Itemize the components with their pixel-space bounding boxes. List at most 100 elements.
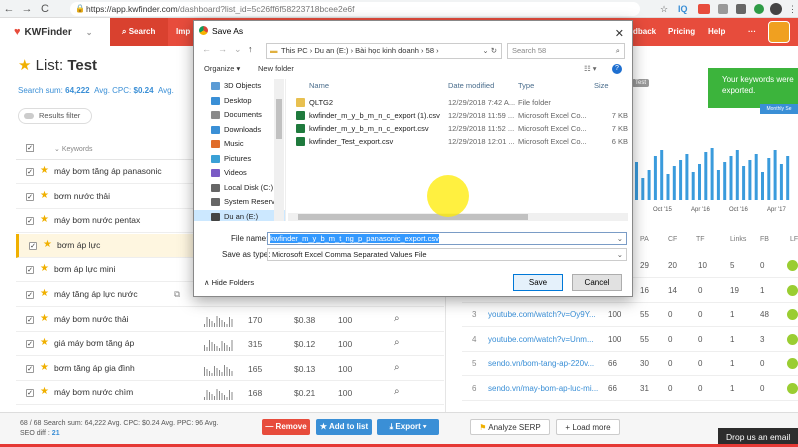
tree-item[interactable]: Videos bbox=[194, 166, 285, 181]
row-checkbox[interactable]: ✓ bbox=[26, 266, 34, 275]
file-row[interactable]: QLTG2 12/29/2018 7:42 A... File folder bbox=[294, 96, 630, 109]
star-icon[interactable]: ★ bbox=[40, 386, 49, 397]
savetype-select[interactable]: Microsoft Excel Comma Separated Values F… bbox=[267, 248, 627, 261]
forward-icon[interactable]: → bbox=[18, 3, 36, 15]
row-checkbox[interactable]: ✓ bbox=[26, 315, 34, 324]
back-icon[interactable]: ← bbox=[0, 3, 18, 15]
address-bar[interactable]: 🔒 https://app.kwfinder.com/dashboard?lis… bbox=[70, 2, 640, 16]
help-icon[interactable]: ? bbox=[612, 64, 622, 74]
add-to-list-button[interactable]: ★ Add to list bbox=[316, 419, 372, 435]
organize-menu[interactable]: Organize ▾ bbox=[204, 61, 240, 77]
serp-search-icon[interactable]: ⌕ bbox=[394, 362, 400, 373]
file-row[interactable]: kwfinder_m_y_b_m_n_c_export.csv 12/29/201… bbox=[294, 122, 630, 135]
serp-col-pa[interactable]: PA bbox=[640, 236, 649, 243]
star-icon[interactable]: ★ bbox=[40, 313, 49, 324]
tree-item[interactable]: Pictures bbox=[194, 152, 285, 167]
remove-button[interactable]: — Remove bbox=[262, 419, 310, 435]
row-checkbox[interactable]: ✓ bbox=[26, 217, 34, 226]
select-all-checkbox[interactable]: ✓ bbox=[26, 144, 34, 152]
serp-col-lf[interactable]: LF bbox=[790, 236, 798, 243]
folder-search-input[interactable]: Search 58 ⌕ bbox=[507, 43, 625, 59]
star-icon[interactable]: ★ bbox=[40, 337, 49, 348]
nav-import[interactable]: Imp bbox=[176, 27, 190, 36]
nav-pricing[interactable]: Pricing bbox=[668, 27, 695, 36]
tree-item[interactable]: Du an (E:) bbox=[194, 209, 285, 221]
forward-icon[interactable]: → bbox=[218, 44, 227, 54]
reload-icon[interactable]: C bbox=[36, 3, 54, 15]
export-button[interactable]: ⤓ Export ▾ bbox=[377, 419, 439, 435]
serp-url[interactable]: youtube.com/watch?v=Oy9Y... bbox=[488, 310, 596, 319]
row-checkbox[interactable]: ✓ bbox=[26, 389, 34, 398]
keyword-text[interactable]: bơm tăng áp gia đình bbox=[54, 363, 135, 373]
profile-avatar[interactable] bbox=[770, 3, 782, 15]
serp-url[interactable]: youtube.com/watch?v=Unm... bbox=[488, 335, 594, 344]
tree-item[interactable]: Local Disk (C:) bbox=[194, 181, 285, 196]
keyword-text[interactable]: giá máy bơm tăng áp bbox=[54, 338, 134, 348]
scroll-thumb[interactable] bbox=[276, 99, 282, 139]
keyword-text[interactable]: máy bơm tăng áp panasonic bbox=[54, 166, 162, 176]
file-row[interactable]: kwfinder_m_y_b_m_n_c_export (1).csv 12/29… bbox=[294, 109, 630, 122]
cancel-button[interactable]: Cancel bbox=[572, 274, 622, 291]
refresh-icon[interactable]: ⌄ ↻ bbox=[482, 44, 497, 58]
col-date[interactable]: Date modified bbox=[448, 81, 494, 90]
bookmark-star-icon[interactable]: ☆ bbox=[660, 2, 668, 16]
tree-item[interactable]: Desktop bbox=[194, 94, 285, 109]
col-keywords[interactable]: ⌄ Keywords bbox=[54, 145, 93, 153]
col-size[interactable]: Size bbox=[594, 81, 609, 90]
row-checkbox[interactable]: ✓ bbox=[26, 168, 34, 176]
nav-search[interactable]: ⌕ Search bbox=[110, 18, 168, 46]
keyword-row[interactable]: ✓ ★ giá máy bơm tăng áp 315 $0.12 100 ⌕ bbox=[16, 332, 444, 357]
star-icon[interactable]: ★ bbox=[40, 214, 49, 225]
star-icon[interactable]: ★ bbox=[40, 263, 49, 274]
tree-item[interactable]: 3D Objects bbox=[194, 79, 285, 94]
results-filter-toggle[interactable]: Results filter bbox=[18, 108, 92, 124]
extension-icon[interactable] bbox=[736, 4, 746, 14]
keyword-text[interactable]: máy bơm nước chìm bbox=[54, 387, 133, 397]
star-icon[interactable]: ★ bbox=[40, 190, 49, 201]
serp-col-fb[interactable]: FB bbox=[760, 236, 769, 243]
star-icon[interactable]: ★ bbox=[40, 362, 49, 373]
filename-input[interactable]: kwfinder_m_y_b_m_t_ng_p_panasonic_export… bbox=[267, 232, 627, 245]
analyze-serp-button[interactable]: ⚑ Analyze SERP bbox=[470, 419, 550, 435]
serp-col-links[interactable]: Links bbox=[730, 236, 746, 243]
nav-help[interactable]: Help bbox=[708, 27, 725, 36]
row-checkbox[interactable]: ✓ bbox=[26, 340, 34, 349]
keyword-text[interactable]: máy tăng áp lực nước bbox=[54, 289, 138, 299]
nav-more[interactable]: ··· bbox=[748, 27, 756, 36]
back-icon[interactable]: ← bbox=[202, 44, 211, 54]
menu-icon[interactable]: ⋮ bbox=[788, 2, 797, 16]
tree-item[interactable]: Documents bbox=[194, 108, 285, 123]
keyword-row[interactable]: ✓ ★ máy bơm nước thải 170 $0.38 100 ⌕ bbox=[16, 308, 444, 332]
keyword-text[interactable]: bơm áp lực bbox=[57, 240, 100, 250]
serp-search-icon[interactable]: ⌕ bbox=[394, 386, 400, 397]
extension-iq[interactable]: IQ bbox=[678, 2, 688, 16]
keyword-row[interactable]: ✓ ★ bơm tăng áp gia đình 165 $0.13 100 ⌕ bbox=[16, 357, 444, 381]
col-type[interactable]: Type bbox=[518, 81, 534, 90]
tree-item[interactable]: Music bbox=[194, 137, 285, 152]
star-icon[interactable]: ★ bbox=[40, 165, 49, 176]
tree-item[interactable]: System Reserved bbox=[194, 195, 285, 210]
extension-icon[interactable] bbox=[754, 4, 764, 14]
serp-url[interactable]: sendo.vn/bom-tang-ap-220v... bbox=[488, 359, 594, 368]
keyword-text[interactable]: bơm áp lực mini bbox=[54, 264, 115, 274]
serp-url[interactable]: sendo.vn/may-bom-ap-luc-mi... bbox=[488, 384, 598, 393]
nav-feedback[interactable]: dback bbox=[633, 27, 656, 36]
row-checkbox[interactable]: ✓ bbox=[26, 192, 34, 201]
serp-search-icon[interactable]: ⌕ bbox=[394, 313, 400, 324]
view-options-icon[interactable]: ☷ ▾ bbox=[584, 61, 597, 77]
row-checkbox[interactable]: ✓ bbox=[26, 364, 34, 373]
up-folder-icon[interactable]: ↑ bbox=[248, 44, 253, 54]
star-icon[interactable]: ★ bbox=[40, 288, 49, 299]
tree-item[interactable]: Downloads bbox=[194, 123, 285, 138]
keyword-text[interactable]: bơm nước thải bbox=[54, 191, 110, 201]
row-checkbox[interactable]: ✓ bbox=[29, 241, 37, 250]
hide-folders-toggle[interactable]: ∧ Hide Folders bbox=[204, 278, 254, 287]
serp-search-icon[interactable]: ⌕ bbox=[394, 337, 400, 348]
brand[interactable]: ♥ KWFinder ⌄ bbox=[0, 18, 110, 46]
tree-scrollbar[interactable] bbox=[274, 79, 284, 221]
load-more-button[interactable]: + Load more bbox=[556, 419, 620, 435]
extension-icon[interactable] bbox=[698, 4, 710, 14]
recent-locations-icon[interactable]: ⌄ bbox=[234, 44, 242, 55]
row-checkbox[interactable]: ✓ bbox=[26, 291, 34, 299]
keyword-text[interactable]: máy bơm nước thải bbox=[54, 314, 128, 324]
